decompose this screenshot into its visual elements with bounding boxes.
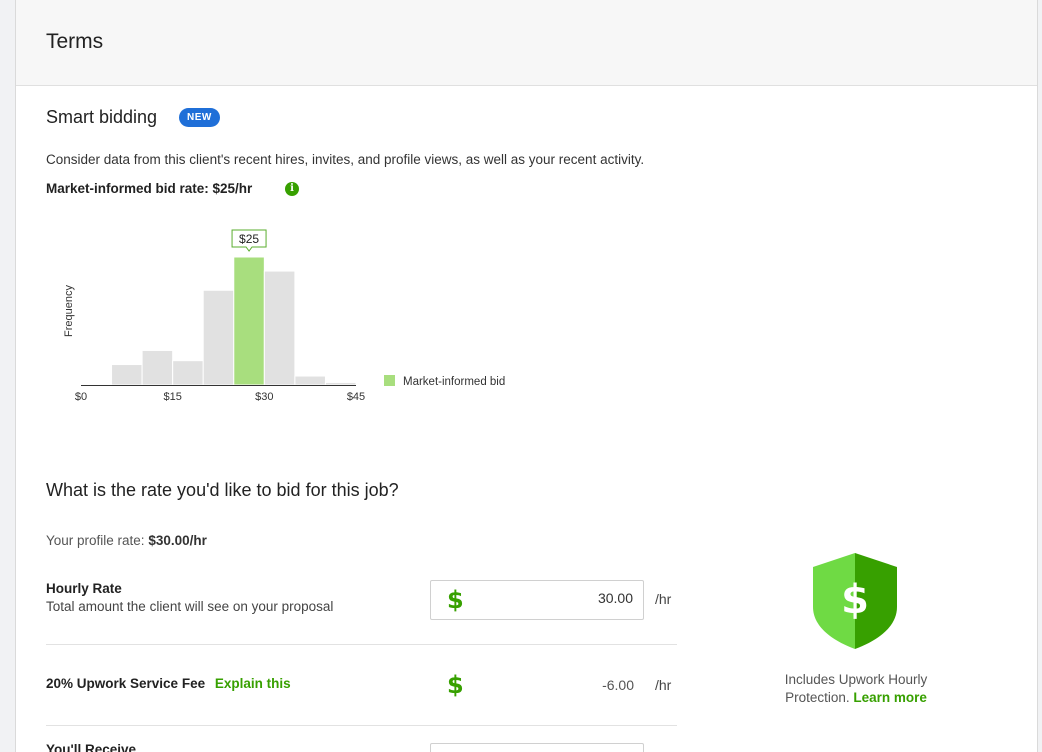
chart-bar: [324, 381, 357, 386]
smart-bidding-description: Consider data from this client's recent …: [46, 152, 645, 167]
service-fee-value: -6.00: [602, 677, 634, 693]
chart-bar: [202, 289, 235, 386]
chart-x-tick-label: $15: [163, 391, 181, 403]
you-receive-label: You'll Receive: [46, 742, 136, 752]
chart-y-axis-label: Frequency: [63, 285, 75, 337]
divider: [46, 725, 677, 726]
info-icon[interactable]: i: [285, 182, 299, 196]
market-rate-label: Market-informed bid rate: $25/hr: [46, 181, 253, 196]
service-fee-row: 20% Upwork Service Fee Explain this: [46, 676, 291, 691]
chart-bar: [111, 364, 143, 386]
divider: [46, 644, 677, 645]
service-fee-label: 20% Upwork Service Fee: [46, 676, 206, 691]
chart-bar-highlight: [233, 256, 265, 386]
chart-bar: [141, 349, 174, 386]
chart-tooltip-text: $25: [239, 232, 259, 246]
terms-card: Terms Smart bidding NEW Consider data fr…: [15, 0, 1038, 752]
profile-rate: Your profile rate: $30.00/hr: [46, 533, 207, 548]
bid-question: What is the rate you'd like to bid for t…: [46, 480, 399, 500]
hourly-unit: /hr: [655, 591, 672, 607]
profile-rate-value: $30.00/hr: [148, 533, 207, 548]
chart-x-tick-label: $0: [75, 391, 87, 403]
explain-this-link[interactable]: Explain this: [215, 676, 291, 691]
dollar-icon: $: [447, 671, 464, 699]
hourly-rate-input[interactable]: [493, 590, 633, 606]
learn-more-link[interactable]: Learn more: [853, 690, 927, 705]
new-badge: NEW: [179, 108, 220, 127]
chart-x-tick-label: $45: [347, 391, 365, 403]
profile-rate-prefix: Your profile rate:: [46, 533, 149, 548]
bid-distribution-chart: $0 $15 $30 $45 Frequency $25 Market-informed b…: [63, 229, 505, 403]
shield-dollar-symbol: $: [841, 577, 869, 623]
you-receive-field[interactable]: [430, 743, 644, 752]
page-title: Terms: [46, 30, 104, 53]
chart-bar: [294, 375, 326, 386]
card-header: Terms: [16, 0, 1037, 86]
chart-x-tick-label: $30: [255, 391, 273, 403]
chart-bar: [263, 270, 296, 386]
dollar-icon: $: [447, 586, 464, 614]
hourly-rate-sub: Total amount the client will see on your…: [46, 599, 334, 614]
hourly-rate-label: Hourly Rate: [46, 581, 122, 596]
smart-bidding-title: Smart bidding: [46, 107, 158, 127]
shield-dollar-icon: $: [813, 553, 897, 649]
fee-unit: /hr: [655, 677, 672, 693]
protection-text: Includes Upwork Hourly Protection. Learn…: [756, 671, 956, 707]
chart-legend-swatch: [384, 375, 395, 386]
chart-legend-label: Market-informed bid: [403, 376, 505, 388]
hourly-rate-field[interactable]: $: [430, 580, 644, 620]
chart-bar: [172, 360, 204, 386]
